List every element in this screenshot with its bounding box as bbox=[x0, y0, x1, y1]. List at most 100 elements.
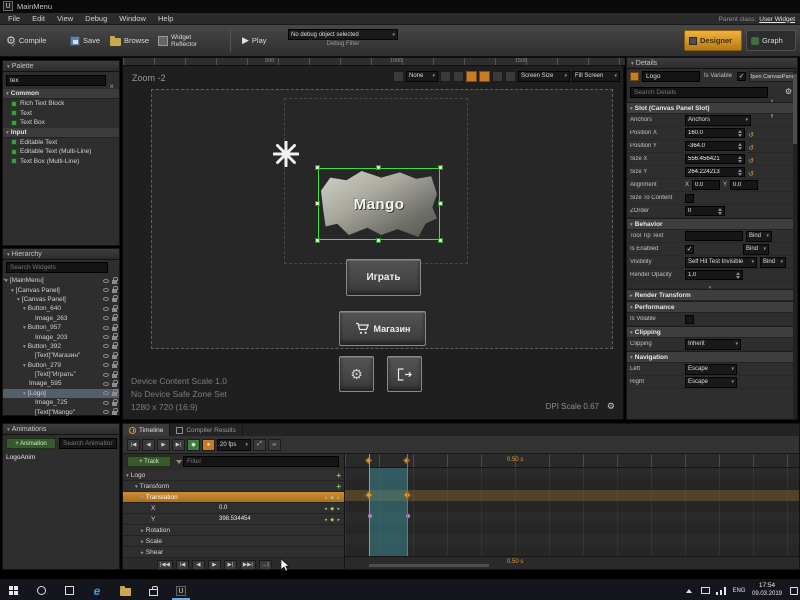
fps-dropdown[interactable]: 20 fps bbox=[217, 439, 251, 451]
selected-widget-dropdown[interactable]: None bbox=[406, 71, 438, 82]
lock-icon[interactable] bbox=[112, 383, 117, 387]
horizontal-scrollbar[interactable] bbox=[369, 564, 489, 567]
keyframe-nav-icons[interactable] bbox=[324, 494, 341, 501]
settings-button-widget[interactable] bbox=[339, 356, 374, 392]
size-y-input[interactable]: 264.224213 bbox=[685, 167, 745, 177]
hierarchy-row[interactable]: Image_263 bbox=[3, 314, 119, 323]
to-front-button[interactable] bbox=[157, 560, 173, 570]
behavior-section-header[interactable]: Behavior bbox=[627, 218, 793, 230]
title-bar[interactable]: MainMenu bbox=[0, 0, 800, 13]
hierarchy-row[interactable]: Image_725 bbox=[3, 398, 119, 407]
screen-size-dropdown[interactable]: Screen Size bbox=[518, 71, 570, 82]
play-animation-button[interactable] bbox=[157, 439, 170, 451]
time-ruler[interactable]: 0.50 s bbox=[345, 454, 799, 468]
clipping-section-header[interactable]: Clipping bbox=[627, 326, 793, 338]
eye-icon[interactable] bbox=[103, 410, 109, 414]
performance-section-header[interactable]: Performance bbox=[627, 301, 793, 313]
palette-header[interactable]: Palette bbox=[3, 61, 119, 72]
menu-window[interactable]: Window bbox=[113, 13, 152, 25]
step-back-button[interactable] bbox=[192, 560, 205, 570]
step-back-button[interactable] bbox=[142, 439, 155, 451]
hierarchy-row[interactable]: Button_640 bbox=[3, 304, 119, 313]
compile-button[interactable]: Compile bbox=[2, 30, 50, 51]
render-opacity-input[interactable]: 1.0 bbox=[685, 270, 743, 280]
select-tool-icon[interactable] bbox=[393, 71, 404, 82]
hierarchy-row[interactable]: [Text]"Mango" bbox=[3, 407, 119, 416]
save-button[interactable]: Save bbox=[66, 30, 104, 51]
add-track-button[interactable]: + Track bbox=[127, 456, 171, 467]
play-button[interactable] bbox=[208, 560, 221, 570]
hierarchy-row[interactable]: [Canvas Panel] bbox=[3, 295, 119, 304]
hierarchy-header[interactable]: Hierarchy bbox=[3, 249, 119, 260]
unreal-taskbar-button[interactable] bbox=[170, 583, 192, 598]
record-button[interactable]: ● bbox=[202, 439, 215, 451]
hierarchy-row[interactable]: Image_203 bbox=[3, 332, 119, 341]
spin-arrows[interactable] bbox=[716, 208, 722, 215]
snap-enabled-icon[interactable] bbox=[466, 71, 477, 82]
menu-edit[interactable]: Edit bbox=[26, 13, 51, 25]
bottom-range-bar[interactable]: 0.50 s bbox=[345, 556, 799, 569]
alignment-y-input[interactable]: 0.0 bbox=[730, 180, 758, 190]
is-enabled-checkbox[interactable] bbox=[685, 245, 694, 254]
to-end-button[interactable] bbox=[259, 560, 272, 570]
go-to-start-button[interactable] bbox=[127, 439, 140, 451]
show-hidden-icons-button[interactable] bbox=[682, 583, 696, 598]
clipping-dropdown[interactable]: Inherit bbox=[685, 339, 741, 350]
resize-handle-e[interactable] bbox=[438, 201, 443, 206]
track-row-transform[interactable]: Transform bbox=[123, 481, 344, 492]
menu-view[interactable]: View bbox=[51, 13, 79, 25]
eye-icon[interactable] bbox=[103, 316, 109, 320]
zorder-input[interactable]: 0 bbox=[685, 206, 725, 216]
cortana-button[interactable] bbox=[30, 583, 52, 598]
eye-icon[interactable] bbox=[103, 373, 109, 377]
keyboard-tray-button[interactable] bbox=[698, 583, 712, 598]
advanced-expander-icon[interactable] bbox=[709, 276, 712, 294]
add-property-icon[interactable] bbox=[336, 471, 341, 480]
eye-icon[interactable] bbox=[103, 382, 109, 386]
scrollbar-thumb[interactable] bbox=[793, 74, 797, 144]
track-row-translation[interactable]: Translation bbox=[123, 492, 344, 503]
palette-item[interactable]: Editable Text bbox=[3, 138, 119, 148]
track-y-value[interactable]: 398.534454 bbox=[219, 516, 251, 522]
eye-icon[interactable] bbox=[103, 297, 109, 301]
hierarchy-row[interactable]: Button_279 bbox=[3, 361, 119, 370]
zoom-fit-button[interactable]: ⤢ bbox=[253, 439, 266, 451]
edge-button[interactable] bbox=[86, 583, 108, 598]
lock-icon[interactable] bbox=[112, 345, 117, 349]
spin-arrows[interactable] bbox=[736, 130, 742, 137]
palette-section-input[interactable]: Input bbox=[3, 128, 119, 138]
hierarchy-row[interactable]: Image_595 bbox=[3, 379, 119, 388]
lock-icon[interactable] bbox=[112, 402, 117, 406]
browse-button[interactable]: Browse bbox=[106, 30, 153, 51]
palette-item[interactable]: Text Box bbox=[3, 118, 119, 128]
hierarchy-row[interactable]: [Text]"Играть" bbox=[3, 370, 119, 379]
widget-reflector-button[interactable]: Widget Reflector bbox=[154, 30, 209, 51]
track-row-rotation[interactable]: Rotation bbox=[123, 525, 344, 536]
is-volatile-checkbox[interactable] bbox=[685, 315, 694, 324]
eye-icon[interactable] bbox=[103, 363, 109, 367]
track-row-y[interactable]: Y398.534454 bbox=[123, 514, 344, 525]
menu-debug[interactable]: Debug bbox=[79, 13, 113, 25]
shop-button-widget[interactable]: Магазин bbox=[339, 311, 426, 346]
hierarchy-row[interactable]: [Text]"Магазин" bbox=[3, 351, 119, 360]
eye-icon[interactable] bbox=[103, 401, 109, 405]
tab-compiler-results[interactable]: Compiler Results bbox=[170, 424, 243, 436]
grid-snap-icon[interactable] bbox=[440, 71, 451, 82]
resize-handle-w[interactable] bbox=[315, 201, 320, 206]
hierarchy-row[interactable]: [Canvas Panel] bbox=[3, 285, 119, 294]
lock-icon[interactable] bbox=[112, 298, 117, 302]
spin-arrows[interactable] bbox=[736, 156, 742, 163]
resize-handle-nw[interactable] bbox=[315, 165, 320, 170]
keyframe-grid[interactable] bbox=[345, 468, 799, 556]
lock-icon[interactable] bbox=[112, 392, 117, 396]
action-center-button[interactable] bbox=[788, 583, 800, 598]
eye-icon[interactable] bbox=[103, 354, 109, 358]
size-x-input[interactable]: 556.456421 bbox=[685, 154, 745, 164]
palette-item[interactable]: Text Box (Multi-Line) bbox=[3, 157, 119, 167]
lock-icon[interactable] bbox=[112, 317, 117, 321]
details-search-input[interactable] bbox=[630, 87, 768, 98]
hierarchy-row-selected[interactable]: [Logo] bbox=[3, 389, 119, 398]
auto-key-button[interactable]: ◆ bbox=[187, 439, 200, 451]
add-animation-button[interactable]: + Animation bbox=[6, 438, 56, 449]
dpi-settings-gear-icon[interactable] bbox=[607, 401, 615, 412]
